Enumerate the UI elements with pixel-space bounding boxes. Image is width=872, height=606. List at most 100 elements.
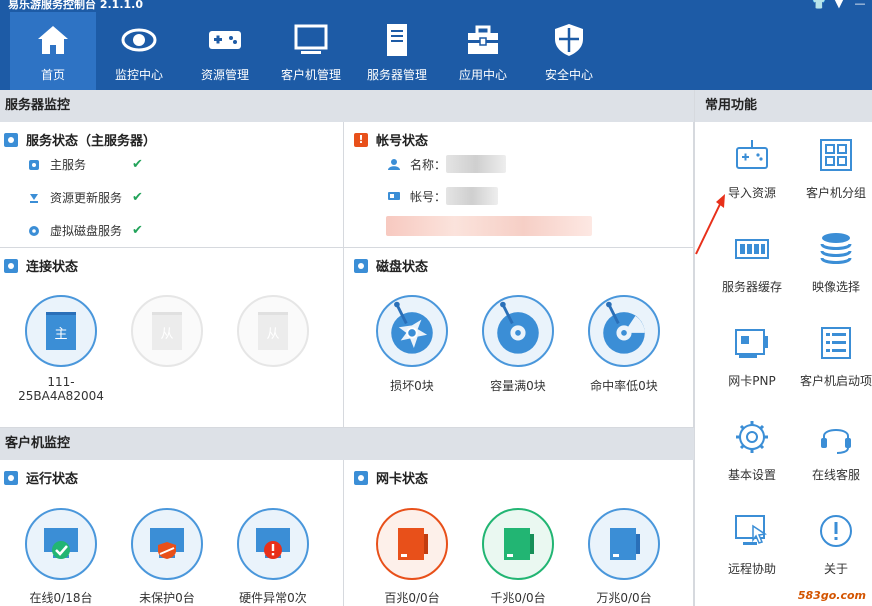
secondary-server-icon: 从 [258,312,288,350]
tool-basic-settings[interactable]: 基本设置 [709,418,795,483]
disk-lowhit-indicator[interactable] [588,295,660,367]
pin-icon [4,470,18,485]
tool-client-startup[interactable]: 客户机启动项 [793,324,872,389]
nic-10g-icon [610,528,640,560]
service-status-card: 服务状态（主服务器） 主服务 ✔ 资源更新服务 ✔ 虚拟磁盘服务 ✔ [0,122,344,248]
account-id-redacted [446,187,499,205]
memory-icon [735,239,769,259]
common-functions-panel: 常用功能 导入资源 客户机分组 服务器缓存 映像选择 网卡PNP 客户机启动项 [694,90,872,606]
service-row-vdisk: 虚拟磁盘服务 ✔ [28,222,143,239]
nav-resource-label: 资源管理 [200,68,249,82]
tool-remote-assist[interactable]: 远程协助 [709,512,795,577]
primary-server-icon: 主 [46,312,76,350]
headset-icon [821,429,851,454]
nic-1g-icon [504,528,534,560]
run-status-title: 运行状态 [26,472,79,487]
nav-home[interactable]: 首页 [10,12,96,90]
connection-node-primary[interactable]: 主 [25,295,97,367]
nic-10g-indicator[interactable] [588,508,660,580]
account-id-label: 帐号： [410,189,447,204]
hardware-error-monitor-icon [256,528,290,559]
gamepad-import-icon [736,140,768,169]
main-nav: 首页 监控中心 资源管理 客户机管理 服务器管理 应用中心 安全中心 [10,12,612,90]
toolbox-icon [468,25,498,54]
tool-about[interactable]: 关于 [793,512,872,577]
nav-monitor-center[interactable]: 监控中心 [96,12,182,90]
skin-icon[interactable]: 👕 [812,0,826,10]
nic-10g-label: 万兆0/0台 [596,591,652,605]
pin-icon [354,470,368,485]
secondary-server-icon: 从 [152,312,182,350]
tool-label: 基本设置 [727,468,776,482]
user-icon [388,159,400,170]
nav-client-mgmt[interactable]: 客户机管理 [268,12,354,90]
unprotected-monitor-icon [150,528,184,559]
nic-100m-indicator[interactable] [376,508,448,580]
tool-label: 网卡PNP [728,374,776,388]
tool-online-support[interactable]: 在线客服 [793,418,872,483]
online-indicator[interactable] [25,508,97,580]
gear-icon [736,421,768,453]
nav-resource-mgmt[interactable]: 资源管理 [182,12,268,90]
download-icon [30,193,38,203]
tool-label: 客户机启动项 [799,374,872,388]
check-icon: ✔ [132,223,143,238]
nav-server-label: 服务器管理 [366,68,427,82]
nav-security-label: 安全中心 [544,68,593,82]
nav-monitor-label: 监控中心 [114,68,163,82]
server-icon [387,24,407,56]
primary-server-caption: 111-25BA4A82004 [18,375,104,403]
nav-app-label: 应用中心 [458,68,507,82]
service-row-main: 主服务 ✔ [28,156,143,173]
home-icon [38,26,68,54]
nav-server-mgmt[interactable]: 服务器管理 [354,12,440,90]
tool-label: 导入资源 [727,186,776,200]
gamepad-icon [209,31,241,49]
unprotected-indicator[interactable] [131,508,203,580]
id-card-icon [388,192,400,200]
low-hit-disk-icon [603,301,645,354]
nic-card-icon [735,329,768,358]
tool-label: 映像选择 [811,280,860,294]
nic-status-title-row: 网卡状态 [354,468,428,487]
nic-100m-label: 百兆0/0台 [384,591,440,605]
nic-100m-icon [398,528,428,560]
hardware-error-label: 硬件异常0次 [239,591,307,605]
service-row-update: 资源更新服务 ✔ [28,189,143,206]
app-window: 易乐游服务控制台 2.1.1.0 👕 ▼ — 首页 监控中心 资源管理 客户机管… [0,0,872,606]
tool-nic-pnp[interactable]: 网卡PNP [709,324,795,389]
disk-full-label: 容量满0块 [490,379,546,393]
nav-client-label: 客户机管理 [280,68,341,82]
window-controls: 👕 ▼ — [812,0,866,10]
menu-dropdown-icon[interactable]: ▼ [833,0,845,10]
group-icon [820,139,852,171]
watermark: 583go.com [797,589,866,602]
account-extra-redacted [386,216,592,236]
common-functions-header: 常用功能 [695,90,872,122]
connection-node-secondary-2[interactable]: 从 [237,295,309,367]
disk-damaged-indicator[interactable] [376,295,448,367]
service-status-title-row: 服务状态（主服务器） [4,130,156,149]
connection-node-secondary-1[interactable]: 从 [131,295,203,367]
disk-icon [29,225,39,236]
annotation-arrow [695,194,725,255]
disk-lowhit-label: 命中率低0块 [590,379,658,393]
tool-image-select[interactable]: 映像选择 [793,230,872,295]
hardware-error-indicator[interactable] [237,508,309,580]
nic-1g-label: 千兆0/0台 [490,591,546,605]
nic-1g-indicator[interactable] [482,508,554,580]
nav-security-center[interactable]: 安全中心 [526,12,612,90]
disk-full-indicator[interactable] [482,295,554,367]
service-label: 虚拟磁盘服务 [50,224,123,238]
connection-status-title-row: 连接状态 [4,256,78,275]
nav-app-center[interactable]: 应用中心 [440,12,526,90]
nic-status-title: 网卡状态 [376,472,429,487]
app-title: 易乐游服务控制台 2.1.1.0 [8,0,143,11]
account-name-redacted [446,155,507,173]
account-name-label: 名称： [410,157,447,172]
account-status-title-row: ! 帐号状态 [354,130,428,149]
minimize-icon[interactable]: — [854,0,866,10]
tool-client-group[interactable]: 客户机分组 [793,136,872,201]
info-icon [820,515,852,547]
full-disk-icon [497,301,539,354]
